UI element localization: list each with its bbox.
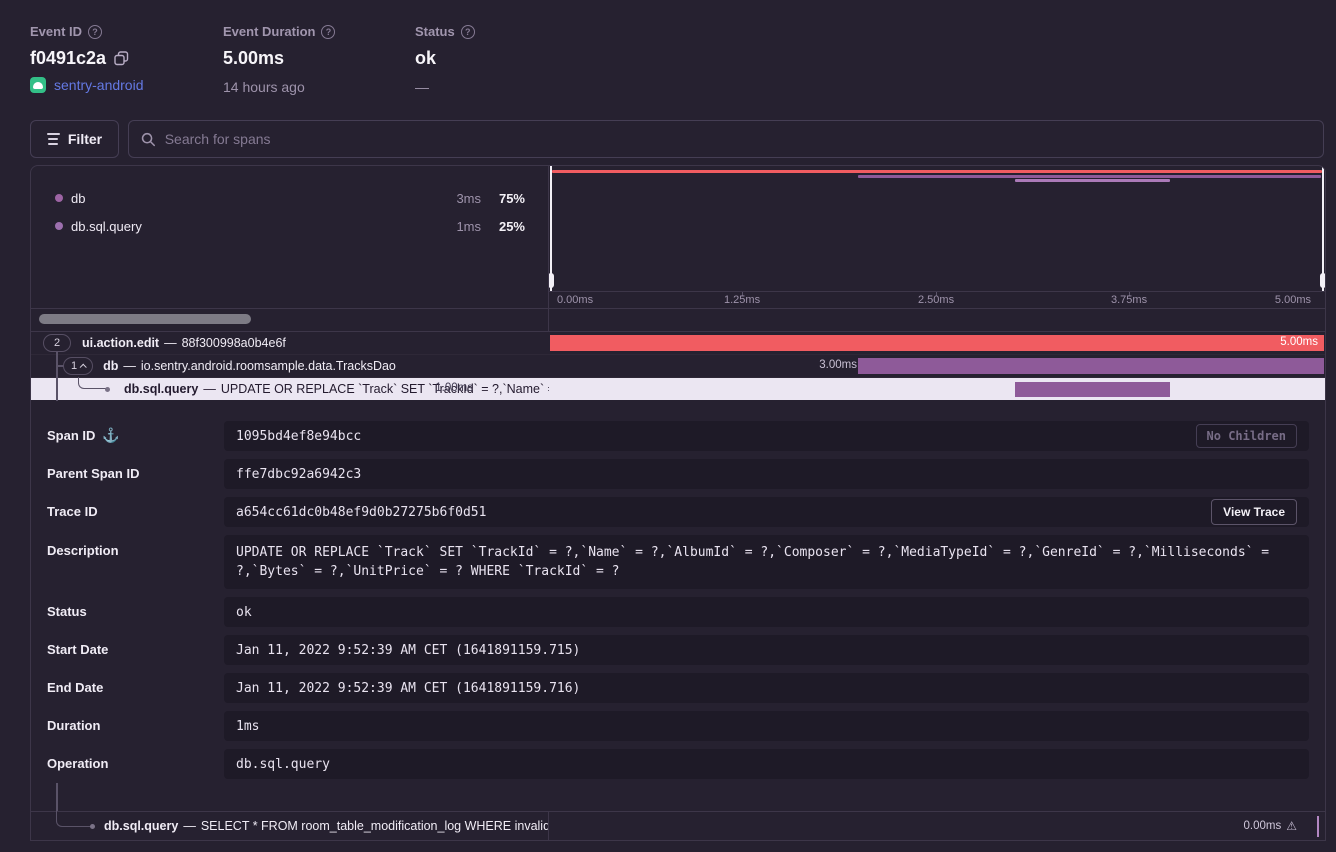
- legend-item-db[interactable]: db 3ms 75%: [31, 184, 549, 212]
- span-operation: ui.action.edit: [82, 336, 159, 350]
- event-duration-value: 5.00ms: [223, 48, 284, 69]
- detail-value-description: UPDATE OR REPLACE `Track` SET `TrackId` …: [224, 535, 1309, 589]
- detail-value-duration: 1ms: [224, 711, 1309, 741]
- span-row-db-sql-query-select[interactable]: db.sql.query — SELECT * FROM room_table_…: [31, 811, 1325, 840]
- event-age: 14 hours ago: [223, 79, 335, 95]
- minimap-right-handle[interactable]: [1322, 166, 1324, 291]
- span-description: io.sentry.android.roomsample.data.Tracks…: [141, 359, 396, 373]
- span-duration: 5.00ms: [1280, 336, 1318, 348]
- minimap-bar-ui-action-edit: [552, 170, 1322, 173]
- detail-value-parent-span-id: ffe7dbc92a6942c3: [224, 459, 1309, 489]
- detail-value-status: ok: [224, 597, 1309, 627]
- help-icon[interactable]: ?: [321, 25, 335, 39]
- horizontal-scrollbar[interactable]: [39, 314, 251, 324]
- project-link[interactable]: sentry-android: [54, 77, 144, 93]
- detail-label-span-id: Span ID ⚓: [47, 427, 120, 444]
- trace-view: db 3ms 75% db.sql.query 1ms 25% 0.00ms 1…: [30, 165, 1326, 841]
- event-duration-label: Event Duration: [223, 24, 315, 39]
- span-bar-red[interactable]: [550, 335, 1324, 351]
- warning-icon: ⚠: [1286, 819, 1297, 833]
- android-project-icon: [30, 77, 46, 93]
- detail-label-status: Status: [47, 604, 87, 619]
- status-block: Status ? ok —: [415, 24, 475, 95]
- status-value: ok: [415, 48, 436, 69]
- status-label: Status: [415, 24, 455, 39]
- detail-value-operation: db.sql.query: [224, 749, 1309, 779]
- search-input[interactable]: [165, 131, 1311, 147]
- detail-label-description: Description: [47, 543, 119, 558]
- span-operation: db.sql.query: [104, 819, 178, 833]
- view-trace-button[interactable]: View Trace: [1211, 499, 1297, 525]
- detail-value-trace-id: a654cc61dc0b48ef9d0b27275b6f0d51 View Tr…: [224, 497, 1309, 527]
- op-percent: 25%: [481, 219, 525, 234]
- op-color-dot: [55, 194, 63, 202]
- span-duration: 0.00ms: [1244, 820, 1282, 832]
- event-id-label: Event ID: [30, 24, 82, 39]
- minimap-bar-db: [858, 175, 1321, 178]
- detail-label-start-date: Start Date: [47, 642, 108, 657]
- span-operation: db: [103, 359, 118, 373]
- span-duration: 1.00ms: [435, 382, 473, 394]
- detail-label-operation: Operation: [47, 756, 108, 771]
- detail-label-end-date: End Date: [47, 680, 103, 695]
- span-row-db[interactable]: 1 db — io.sentry.android.roomsample.data…: [31, 354, 1325, 377]
- op-duration: 3ms: [429, 191, 481, 206]
- children-count-badge[interactable]: 2: [43, 334, 71, 352]
- detail-label-trace-id: Trace ID: [47, 504, 98, 519]
- status-sub: —: [415, 79, 475, 95]
- help-icon[interactable]: ?: [88, 25, 102, 39]
- detail-label-duration: Duration: [47, 718, 100, 733]
- legend-item-db-sql-query[interactable]: db.sql.query 1ms 25%: [31, 212, 549, 240]
- event-duration-block: Event Duration ? 5.00ms 14 hours ago: [223, 24, 335, 95]
- children-count-badge[interactable]: 1: [63, 357, 93, 375]
- search-icon: [141, 132, 156, 147]
- span-duration: 3.00ms: [819, 359, 857, 371]
- minimap-bar-db-sql-query: [1015, 179, 1170, 182]
- event-id-label-row: Event ID ?: [30, 24, 144, 39]
- detail-value-start-date: Jan 11, 2022 9:52:39 AM CET (1641891159.…: [224, 635, 1309, 665]
- time-axis: 0.00ms 1.25ms 2.50ms 3.75ms 5.00ms: [549, 291, 1325, 308]
- zero-duration-span-bar[interactable]: [1317, 816, 1319, 837]
- op-name: db: [71, 191, 429, 206]
- help-icon[interactable]: ?: [461, 25, 475, 39]
- filter-button-label: Filter: [68, 131, 102, 147]
- axis-tick: 2.50ms: [918, 294, 954, 306]
- axis-tick: 5.00ms: [1275, 294, 1311, 306]
- sentry-span-detail-page: { "header": { "event_id": { "label": "Ev…: [0, 0, 1336, 852]
- span-bar-purple[interactable]: [1015, 382, 1170, 397]
- event-id-value: f0491c2a: [30, 48, 106, 69]
- filter-icon: [47, 133, 60, 145]
- no-children-badge: No Children: [1196, 424, 1297, 448]
- op-name: db.sql.query: [71, 219, 429, 234]
- axis-tick: 3.75ms: [1111, 294, 1147, 306]
- detail-value-span-id: 1095bd4ef8e94bcc No Children: [224, 421, 1309, 451]
- span-row-ui-action-edit[interactable]: 2 ui.action.edit — 88f300998a0b4e6f 5.00…: [31, 331, 1325, 354]
- span-search[interactable]: [128, 120, 1324, 158]
- filter-button[interactable]: Filter: [30, 120, 119, 158]
- trace-minimap[interactable]: [549, 166, 1325, 291]
- span-operation: db.sql.query: [124, 382, 198, 396]
- op-duration: 1ms: [429, 219, 481, 234]
- op-color-dot: [55, 222, 63, 230]
- span-description: UPDATE OR REPLACE `Track` SET `TrackId` …: [221, 382, 549, 396]
- copy-icon[interactable]: [114, 51, 129, 66]
- span-description: SELECT * FROM room_table_modification_lo…: [201, 819, 549, 833]
- chevron-up-icon: [80, 363, 87, 370]
- minimap-left-handle[interactable]: [550, 166, 552, 291]
- span-row-db-sql-query-selected[interactable]: db.sql.query — UPDATE OR REPLACE `Track`…: [31, 377, 1325, 400]
- anchor-icon[interactable]: ⚓: [102, 427, 119, 444]
- axis-tick: 1.25ms: [724, 294, 760, 306]
- event-id-block: Event ID ? f0491c2a sentry-android: [30, 24, 144, 93]
- span-bar-purple[interactable]: [858, 358, 1324, 374]
- op-percent: 75%: [481, 191, 525, 206]
- detail-label-parent-span-id: Parent Span ID: [47, 466, 139, 481]
- span-description: 88f300998a0b4e6f: [182, 336, 286, 350]
- detail-value-end-date: Jan 11, 2022 9:52:39 AM CET (1641891159.…: [224, 673, 1309, 703]
- axis-tick: 0.00ms: [557, 294, 593, 306]
